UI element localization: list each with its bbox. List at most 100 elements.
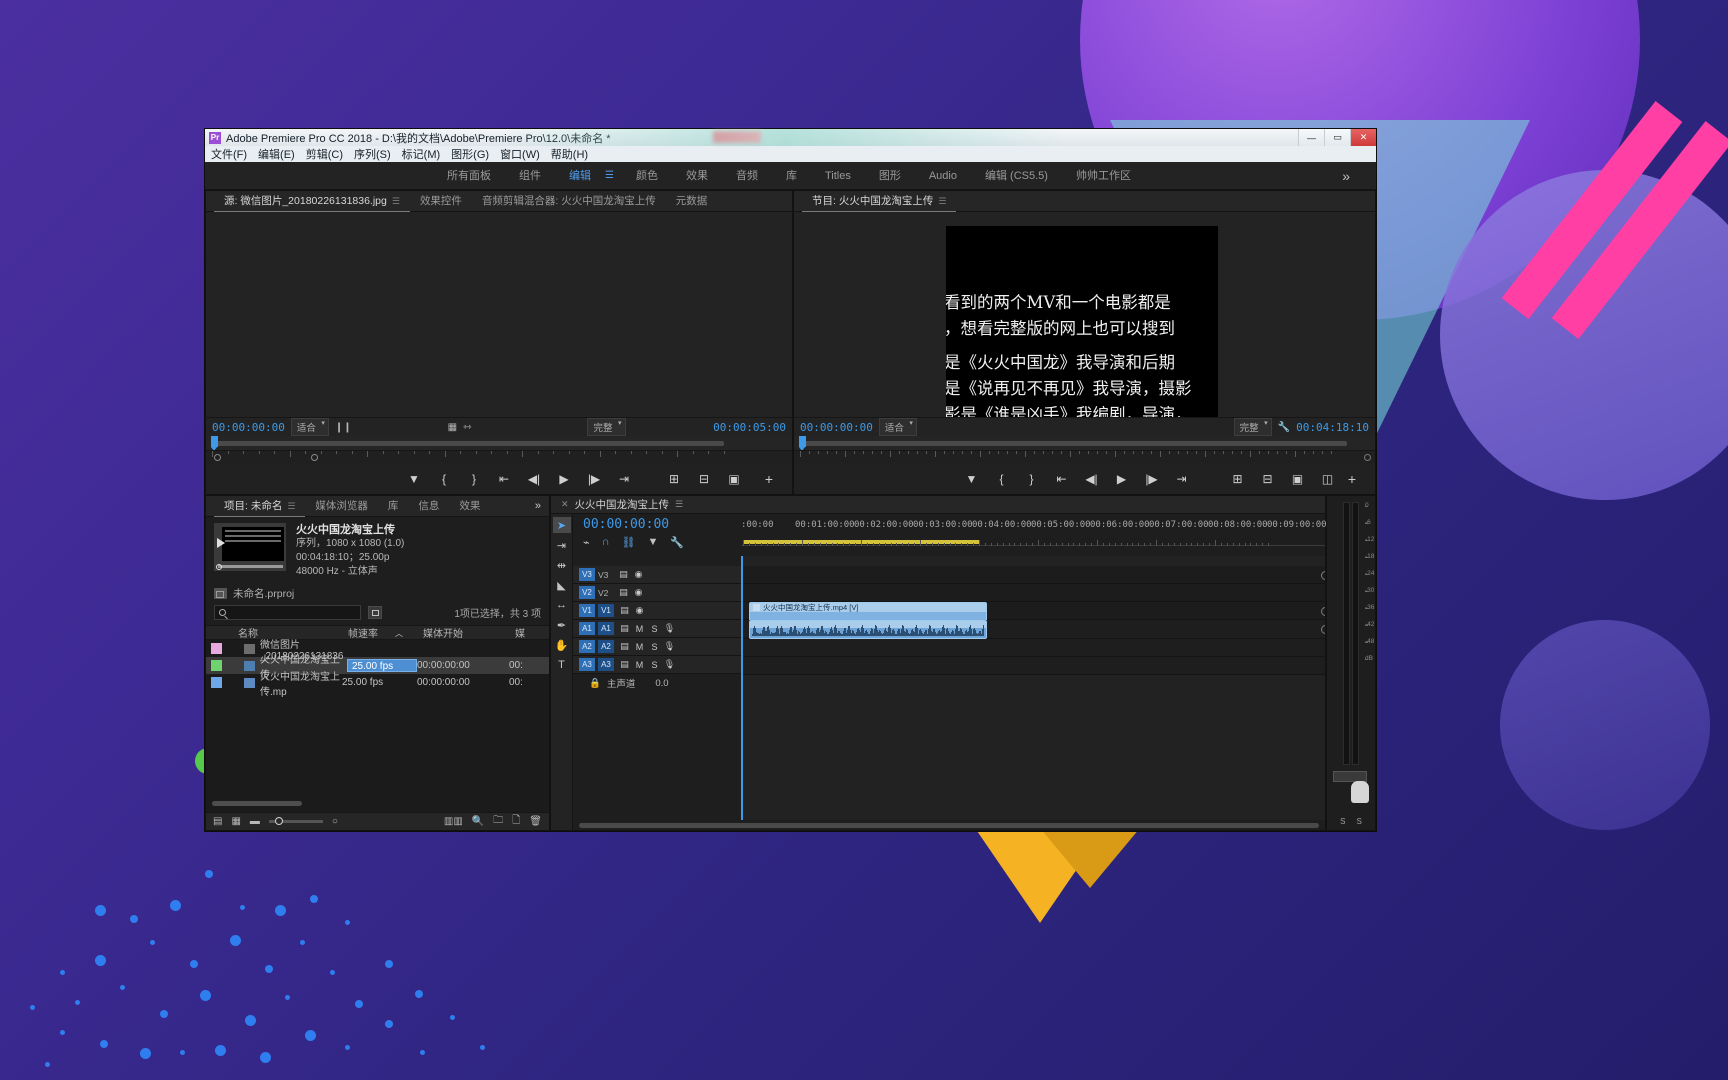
source-ruler[interactable] <box>206 450 792 464</box>
ripple-edit-tool[interactable]: ⇹ <box>553 557 571 573</box>
project-list-body[interactable]: 微信图片_20180226131836 火火中国龙淘宝上传 25.00 fps … <box>206 640 549 812</box>
tab-metadata[interactable]: 元数据 <box>666 191 718 211</box>
timeline-current-timecode[interactable]: 00:00:00:00 <box>583 517 741 532</box>
track-solo-icon[interactable]: S <box>647 624 662 634</box>
workspace-tab-assembly[interactable]: 组件 <box>505 162 555 190</box>
track-lane-v3[interactable] <box>741 566 1325 584</box>
program-current-timecode[interactable]: 00:00:00:00 <box>800 421 873 434</box>
add-marker-icon[interactable]: ▼ <box>648 536 659 549</box>
table-row[interactable]: 火火中国龙淘宝上传.mp 25.00 fps 00:00:00:00 00: <box>206 672 549 698</box>
program-scrub-track[interactable] <box>800 441 1347 446</box>
program-step-back-icon[interactable]: ◀| <box>1077 472 1107 486</box>
pen-tool[interactable]: ✒ <box>553 617 571 633</box>
workspace-tab-editing-cs55[interactable]: 编辑 (CS5.5) <box>971 162 1062 190</box>
track-solo-icon[interactable]: S <box>647 660 662 670</box>
column-header-media-start[interactable]: 媒体开始 <box>417 625 509 640</box>
insert-icon[interactable]: ⊞ <box>659 472 689 486</box>
slider-knob[interactable] <box>274 817 283 825</box>
list-view-icon[interactable]: ▤ <box>213 816 222 827</box>
master-level-value[interactable]: 0.0 <box>655 678 668 689</box>
track-eye-icon[interactable]: ◉ <box>632 605 647 616</box>
track-select-forward-tool[interactable]: ⇥ <box>553 537 571 553</box>
source-in-point-icon[interactable] <box>214 454 221 461</box>
row-name-cell[interactable]: 火火中国龙淘宝上传.mp <box>222 668 342 698</box>
new-item-icon[interactable]: 🗋 <box>512 813 520 830</box>
program-ruler[interactable] <box>794 450 1375 464</box>
close-sequence-icon[interactable]: ✕ <box>561 499 569 510</box>
filter-bin-icon[interactable] <box>368 606 382 619</box>
project-panel-collapse-icon[interactable]: » <box>535 500 549 512</box>
panel-menu-icon[interactable]: ☰ <box>392 196 400 206</box>
workspace-tab-custom[interactable]: 帅帅工作区 <box>1062 162 1145 190</box>
freeform-view-icon[interactable]: ▬ <box>250 816 260 827</box>
tab-effects[interactable]: 效果 <box>449 496 490 516</box>
timeline-ruler[interactable]: :00:00 00:01:00:00 00:02:00:00 00:03:00:… <box>741 514 1327 556</box>
track-lane-a2[interactable] <box>741 639 1325 657</box>
workspace-tab-all-panels[interactable]: 所有面板 <box>433 162 505 190</box>
close-button[interactable]: ✕ <box>1350 129 1376 146</box>
tab-media-browser[interactable]: 媒体浏览器 <box>305 496 378 516</box>
snap-toggle-icon[interactable]: ∩ <box>602 536 610 549</box>
track-solo-icon[interactable]: S <box>647 642 662 652</box>
icon-view-icon[interactable]: ▦ <box>231 816 240 827</box>
track-target-v2[interactable]: V2 <box>579 586 595 599</box>
button-editor-icon[interactable]: + <box>754 471 784 487</box>
source-monitor-viewport[interactable] <box>206 212 792 417</box>
track-lock-icon[interactable]: ▤ <box>617 641 632 652</box>
timeline-settings-icon[interactable]: 🔧 <box>670 536 684 549</box>
tab-audio-clip-mixer[interactable]: 音频剪辑混合器: 火火中国龙淘宝上传 <box>472 191 666 211</box>
search-input[interactable] <box>226 607 346 618</box>
menu-item-window[interactable]: 窗口(W) <box>500 146 540 162</box>
workspace-tab-audio[interactable]: 音频 <box>722 162 772 190</box>
go-to-in-icon[interactable]: ⇤ <box>489 472 519 486</box>
workspace-tab-audio-en[interactable]: Audio <box>915 162 971 190</box>
timeline-sequence-name[interactable]: 火火中国龙淘宝上传 <box>575 497 670 512</box>
track-target-v1[interactable]: V1 <box>579 604 595 617</box>
workspace-tab-color[interactable]: 颜色 <box>622 162 672 190</box>
nest-toggle-icon[interactable]: ⌁ <box>583 536 590 549</box>
track-lane-v1[interactable]: 火火中国龙淘宝上传.mp4 [V] <box>741 602 1325 624</box>
source-scrubber[interactable] <box>206 436 792 451</box>
overwrite-icon[interactable]: ⊟ <box>689 472 719 486</box>
menu-item-graphics[interactable]: 图形(G) <box>451 146 489 162</box>
new-bin-icon[interactable]: 🗀 <box>493 813 503 830</box>
thumbnail-scrub-knob[interactable] <box>216 564 222 570</box>
hand-tool[interactable]: ✋ <box>553 637 571 653</box>
menu-item-clip[interactable]: 剪辑(C) <box>306 146 343 162</box>
track-lock-icon[interactable]: ▤ <box>616 569 631 580</box>
track-target-a3[interactable]: A3 <box>579 658 595 671</box>
project-panel-menu-icon[interactable]: ☰ <box>287 501 295 511</box>
workspace-tab-effects[interactable]: 效果 <box>672 162 722 190</box>
mark-out-icon[interactable]: } <box>459 472 489 486</box>
thumbnail-play-icon[interactable] <box>217 538 225 548</box>
source-marker-icon[interactable]: ❙❙ <box>335 422 352 433</box>
automate-to-sequence-icon[interactable]: ▥▥ <box>444 816 463 827</box>
menu-item-marker[interactable]: 标记(M) <box>402 146 441 162</box>
track-header-v2[interactable]: V2 V2 ▤ ◉ <box>573 584 741 602</box>
search-field-wrapper[interactable] <box>214 605 361 620</box>
track-eye-icon[interactable]: ◉ <box>631 587 646 598</box>
maximize-button[interactable]: ▭ <box>1324 129 1350 146</box>
track-lock-icon[interactable]: ▤ <box>616 587 631 598</box>
program-quality-select[interactable]: 完整 <box>1233 418 1272 436</box>
selection-tool[interactable]: ➤ <box>552 517 571 533</box>
delete-icon[interactable]: 🗑 <box>529 816 542 827</box>
play-icon[interactable]: ▶ <box>549 472 579 486</box>
tab-source-clip[interactable]: 源: 微信图片_20180226131836.jpg ☰ <box>214 191 410 212</box>
track-lane-a1[interactable] <box>741 620 1325 639</box>
tab-program-sequence[interactable]: 节目: 火火中国龙淘宝上传 ☰ <box>802 191 957 212</box>
source-scrub-track[interactable] <box>212 441 724 446</box>
audio-meter-scale[interactable]: 0 -6 -12 -18 -24 -30 -36 -42 -48 dB <box>1343 502 1374 769</box>
track-eye-icon[interactable]: ◉ <box>631 569 646 580</box>
export-frame-icon[interactable]: ▣ <box>719 472 749 486</box>
track-header-a1[interactable]: A1 A1 ▤ M S 🎙 <box>573 620 741 638</box>
source-zoom-select[interactable]: 适合 <box>290 418 329 436</box>
track-lane-a3[interactable] <box>741 657 1325 675</box>
track-sync-v1[interactable]: V1 <box>598 604 614 617</box>
menu-item-file[interactable]: 文件(F) <box>211 146 247 162</box>
track-header-v3[interactable]: V3 V3 ▤ ◉ <box>573 566 741 584</box>
program-play-icon[interactable]: ▶ <box>1107 472 1137 486</box>
track-sync-a2[interactable]: A2 <box>598 640 614 653</box>
tab-info[interactable]: 信息 <box>408 496 449 516</box>
tab-project[interactable]: 项目: 未命名 ☰ <box>214 496 306 517</box>
